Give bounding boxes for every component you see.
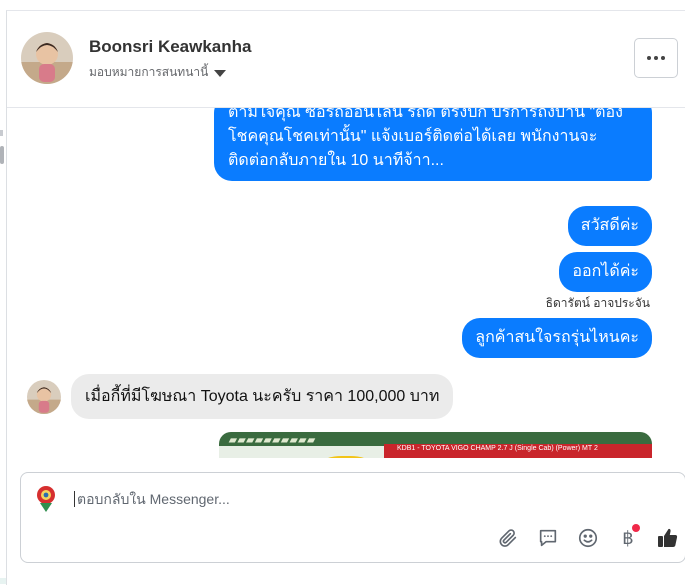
caret-down-icon bbox=[214, 70, 227, 77]
attachment-caption: KDB1 - TOYOTA VIGO CHAMP 2.7 J (Single C… bbox=[397, 445, 598, 452]
paperclip-icon bbox=[499, 529, 517, 547]
contact-avatar[interactable] bbox=[21, 32, 73, 84]
conversation-header: Boonsri Keawkanha มอบหมายการสนทนานี้ bbox=[7, 11, 685, 108]
notification-dot bbox=[632, 524, 640, 532]
composer-toolbar: ฿ bbox=[495, 524, 681, 551]
like-button[interactable] bbox=[655, 525, 681, 551]
page-avatar bbox=[31, 483, 61, 513]
image-attachment[interactable]: ▰▰▰▰▰▰▰▰▰▰ KDB1 - TOYOTA VIGO CHAMP 2.7 … bbox=[219, 432, 652, 458]
incoming-message-row: เมื่อกี้ที่มีโฆษณา Toyota นะครับ ราคา 10… bbox=[27, 374, 454, 419]
thumbs-up-icon bbox=[658, 528, 678, 547]
assign-conversation-label: มอบหมายการสนทนานี้ bbox=[89, 65, 209, 79]
attach-file-button[interactable] bbox=[495, 525, 521, 551]
more-dots-icon bbox=[647, 56, 651, 60]
assign-conversation-dropdown[interactable]: มอบหมายการสนทนานี้ bbox=[89, 63, 227, 82]
outgoing-message: สวัสดีค่ะ bbox=[567, 206, 652, 246]
sender-name: ธิดารัตน์ อาจประจัน bbox=[545, 296, 650, 310]
chat-bubble-icon bbox=[539, 529, 557, 547]
reply-input[interactable] bbox=[74, 491, 637, 507]
attachment-graphic bbox=[323, 456, 369, 458]
left-scroll-handle[interactable] bbox=[0, 146, 4, 164]
payment-button[interactable]: ฿ bbox=[615, 524, 641, 551]
attachment-banner-graphic: ▰▰▰▰▰▰▰▰▰▰ bbox=[229, 435, 316, 446]
emoji-button[interactable] bbox=[575, 525, 601, 551]
outgoing-message: ออกได้ค่ะ bbox=[559, 252, 652, 292]
left-edge-mark bbox=[0, 130, 3, 136]
saved-replies-button[interactable] bbox=[535, 525, 561, 551]
more-dots-icon bbox=[661, 56, 665, 60]
contact-avatar-small[interactable] bbox=[27, 379, 61, 414]
message-thread[interactable]: ตามใจคุณ ซื้อรถออนไลน์ รถดี ตรงปก บริการ… bbox=[7, 108, 685, 458]
more-dots-icon bbox=[654, 56, 658, 60]
smiley-icon bbox=[578, 528, 598, 548]
reply-composer: ฿ bbox=[20, 472, 685, 563]
more-options-button[interactable] bbox=[634, 38, 678, 78]
outgoing-message: ตามใจคุณ ซื้อรถออนไลน์ รถดี ตรงปก บริการ… bbox=[214, 108, 652, 181]
conversation-panel: Boonsri Keawkanha มอบหมายการสนทนานี้ ตาม… bbox=[6, 10, 685, 585]
outgoing-message: ลูกค้าสนใจรถรุ่นไหนคะ bbox=[462, 318, 652, 358]
incoming-message: เมื่อกี้ที่มีโฆษณา Toyota นะครับ ราคา 10… bbox=[71, 374, 454, 419]
contact-name[interactable]: Boonsri Keawkanha bbox=[89, 37, 252, 57]
